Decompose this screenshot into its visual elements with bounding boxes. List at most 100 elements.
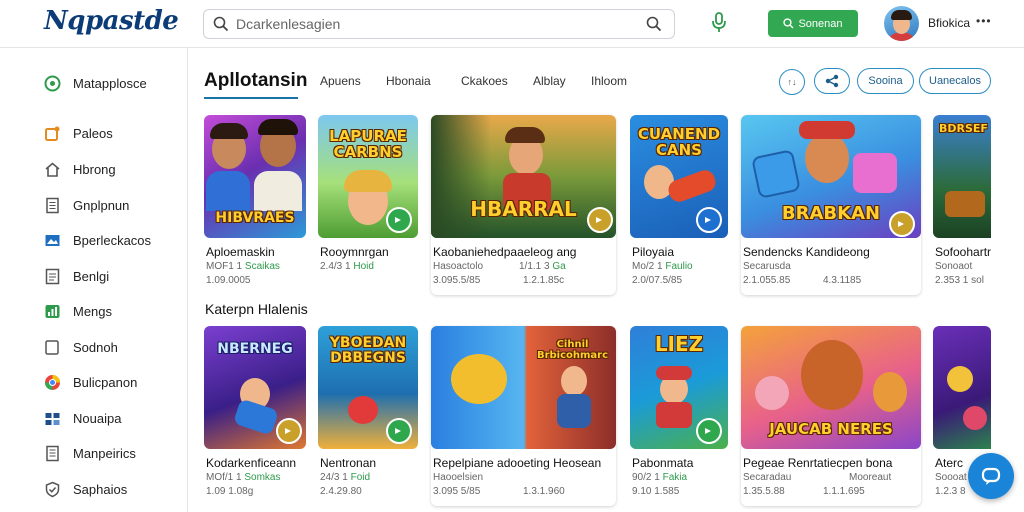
app-downloads: 9.10 1.585 (632, 486, 680, 497)
app-name: Kodarkenficeann (206, 456, 297, 470)
thumbnail-title: YBOEDAN DBBEGNS (329, 335, 407, 366)
app-thumbnail[interactable]: Cihnil Brbicohmarc (431, 326, 616, 449)
app-size: 1.1.1.695 (823, 486, 865, 497)
app-card[interactable]: BRABKAN Sendencks Kandideong Secarusda 2… (741, 115, 921, 295)
app-card[interactable]: BDRSEF Sofoohartr Sonoaot 2.353 1 sol (933, 115, 991, 295)
sidebar-item-4[interactable]: Bperleckacos (44, 230, 151, 250)
app-name: Repelpiane adooeting Heosean (433, 456, 602, 470)
play-badge-icon (696, 418, 722, 444)
tab-2[interactable]: Hbonaia (386, 74, 431, 88)
app-developer: Soooat (935, 472, 967, 483)
app-card[interactable]: HBARRAL Kaobaniehedpaaeleog ang Hasoacto… (431, 115, 616, 295)
sign-in-button[interactable]: Sonenan (768, 10, 858, 37)
app-card[interactable]: Cihnil Brbicohmarc Repelpiane adooeting … (431, 326, 616, 506)
app-card[interactable]: JAUCAB NERES Pegeae Renrtatiecpen bona S… (741, 326, 921, 506)
app-name: Piloyaia (632, 245, 675, 259)
app-card[interactable]: LIEZ Pabonmata 90/2 1 Fakia 9.10 1.585 (630, 326, 728, 506)
app-logo[interactable]: Nqpastde (44, 6, 179, 36)
sidebar-item-2[interactable]: Hbrong (44, 159, 116, 179)
app-card[interactable]: LAPURAE CARBNS Rooymnrgan 2.4/3 1 Hoid (318, 115, 418, 295)
sidebar-item-5[interactable]: Benlgi (44, 266, 109, 286)
app-card[interactable]: NBERNEG Kodarkenficeann MOf/1 1 Somkas 1… (204, 326, 306, 506)
app-downloads: 1.2.3 8 (935, 486, 966, 497)
document-icon (44, 197, 61, 214)
tab-1[interactable]: Apuens (320, 74, 361, 88)
share-button[interactable] (814, 68, 850, 94)
app-downloads: 3.095 5/85 (433, 486, 481, 497)
sidebar-item-label: Benlgi (73, 268, 110, 284)
app-name: Aterc (935, 456, 964, 470)
globe-icon (44, 374, 61, 391)
thumbnail-title: CUANEND CANS (637, 125, 721, 159)
app-downloads: 2.353 1 sol (935, 275, 984, 286)
thumbnail-title: LAPURAE CARBNS (329, 127, 407, 161)
app-thumbnail[interactable]: BRABKAN (741, 115, 921, 238)
app-name: Sendencks Kandideong (743, 245, 870, 259)
filter-pill-1[interactable]: Sooina (857, 68, 914, 94)
username[interactable]: Bfiokica (928, 16, 970, 30)
thumbnail-title: Cihnil Brbicohmarc (536, 339, 609, 361)
search-submit-icon[interactable] (646, 16, 662, 37)
sign-in-label: Sonenan (798, 17, 843, 30)
app-downloads: 2.4.29.80 (320, 486, 362, 497)
app-size: 4.3.1185 (823, 275, 862, 286)
app-thumbnail[interactable]: NBERNEG (204, 326, 306, 449)
sort-button[interactable]: ↑↓ (779, 69, 805, 95)
app-size: 1.2.1.85c (523, 275, 565, 286)
app-tag: Faulio (665, 261, 693, 272)
sidebar-item-9[interactable]: Nouaipa (44, 408, 121, 428)
tab-5[interactable]: Ihloom (591, 74, 627, 88)
search-input[interactable] (236, 14, 626, 34)
tab-3[interactable]: Ckakoes (461, 74, 508, 88)
app-name: Aploemaskin (206, 245, 275, 259)
app-thumbnail[interactable]: YBOEDAN DBBEGNS (318, 326, 418, 449)
thumbnail-title: JAUCAB NERES (769, 420, 893, 438)
more-icon[interactable]: ••• (976, 14, 992, 28)
app-card[interactable]: YBOEDAN DBBEGNS Nentronan 24/3 1 Foid 2.… (318, 326, 418, 506)
sidebar-item-label: Nouaipa (73, 410, 122, 426)
filter-pill-2[interactable]: Uanecalos (919, 68, 991, 94)
avatar[interactable] (884, 6, 919, 41)
app-size: 1.3.1.960 (523, 486, 565, 497)
sidebar-item-label: Paleos (73, 125, 113, 141)
app-tag: Somkas (244, 472, 281, 483)
sidebar-item-8[interactable]: Bulicpanon (44, 372, 137, 392)
app-tag: Mooreaut (849, 472, 892, 483)
app-thumbnail[interactable]: JAUCAB NERES (741, 326, 921, 449)
sidebar-item-1[interactable]: Paleos (44, 123, 113, 143)
sidebar-item-10[interactable]: Manpeirics (44, 443, 136, 463)
app-thumbnail[interactable] (933, 326, 991, 449)
thumbnail-title: BDRSEF (939, 122, 988, 135)
sidebar-item-6[interactable]: Mengs (44, 301, 112, 321)
sidebar-item-label: Hbrong (73, 161, 116, 177)
app-thumbnail[interactable]: LAPURAE CARBNS (318, 115, 418, 238)
play-badge-icon (587, 207, 613, 233)
app-downloads: 2.1.055.85 (743, 275, 791, 286)
app-card[interactable]: HIBVRAES Aploemaskin MOF1 1 Scaikas 1.09… (204, 115, 306, 295)
search-icon (213, 16, 229, 37)
sidebar-item-11[interactable]: Saphaios (44, 479, 127, 499)
tab-4[interactable]: Alblay (533, 74, 566, 88)
chat-button[interactable] (968, 453, 1014, 499)
app-thumbnail[interactable]: CUANEND CANS (630, 115, 728, 238)
section-title: Katerpn Hlalenis (205, 301, 308, 317)
app-thumbnail[interactable]: BDRSEF (933, 115, 991, 238)
thumbnail-title: NBERNEG (217, 341, 293, 357)
sidebar-item-0[interactable]: Matapplosce (44, 73, 147, 93)
tab-active[interactable]: Apllotansin (204, 70, 307, 92)
app-rating: MOF1 1 (206, 261, 243, 272)
app-tag: Ga (552, 261, 566, 272)
app-thumbnail[interactable]: HIBVRAES (204, 115, 306, 238)
play-badge-icon (696, 207, 722, 233)
app-tag: Scaikas (244, 261, 280, 272)
app-thumbnail[interactable]: LIEZ (630, 326, 728, 449)
app-rating: MOf/1 1 (206, 472, 242, 483)
sidebar-item-7[interactable]: Sodnoh (44, 337, 118, 357)
sidebar-item-3[interactable]: Gnplpnun (44, 195, 129, 215)
app-thumbnail[interactable]: HBARRAL (431, 115, 616, 238)
puzzle-icon (44, 125, 61, 142)
app-card[interactable]: CUANEND CANS Piloyaia Mo/2 1 Faulio 2.0/… (630, 115, 728, 295)
app-meta: MOF1 1 Scaikas (206, 261, 280, 272)
search-box[interactable] (203, 9, 675, 39)
microphone-icon[interactable] (710, 12, 728, 39)
